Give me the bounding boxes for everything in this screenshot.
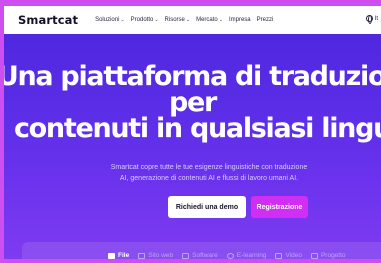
tab-video[interactable]: Video: [275, 252, 302, 259]
file-icon: [108, 252, 115, 259]
nav-item-label: Risorse: [164, 17, 185, 23]
main-nav: Soluzioni ⌄ Prodotto ⌄ Risorse ⌄ Mercato ⌄ I…: [95, 17, 279, 23]
nav-item-mercato[interactable]: Mercato ⌄: [196, 17, 223, 23]
nav-item-impresa[interactable]: Impresa: [229, 17, 251, 23]
nav-item-soluzioni[interactable]: Soluzioni ⌄: [95, 17, 125, 23]
top-navbar: Smartcat Soluzioni ⌄ Prodotto ⌄ Risorse ⌄ M…: [4, 6, 381, 34]
chevron-down-icon: ⌄: [185, 17, 191, 23]
hero-subtitle-line1: Smartcat copre tutte le tue esigenze lin…: [110, 164, 308, 171]
tab-label: Video: [285, 252, 302, 259]
code-icon: [182, 252, 190, 259]
browser-viewport: Smartcat Soluzioni ⌄ Prodotto ⌄ Risorse ⌄ M…: [4, 6, 381, 259]
nav-item-label: Prezzi: [256, 17, 274, 23]
tab-sito-web[interactable]: Sito web: [138, 252, 173, 259]
nav-item-label: Impresa: [228, 17, 251, 23]
hero-title-line3: contenuti in qualsiasi lingu: [13, 113, 381, 144]
graduation-cap-icon: [226, 252, 234, 259]
play-icon: [275, 252, 283, 259]
chevron-down-icon: ⌄: [120, 17, 125, 23]
tab-e-learning[interactable]: E-learning: [226, 252, 267, 259]
request-demo-button[interactable]: Richiedi una demo: [168, 196, 246, 218]
tab-progetto[interactable]: Progetto: [310, 252, 346, 259]
hero-subtitle-line2: AI, generazione di contenuti AI e flussi…: [119, 175, 299, 182]
nav-item-label: Soluzioni: [95, 17, 120, 23]
nav-item-risorse[interactable]: Risorse ⌄: [165, 17, 191, 23]
globe-icon: [365, 15, 373, 24]
hero-subtitle: Smartcat copre tutte le tue esigenze lin…: [84, 162, 334, 184]
hero-title: Una piattaforma di traduzion per contenu…: [4, 63, 381, 144]
tab-software[interactable]: Software: [182, 252, 218, 259]
tab-label: Software: [192, 252, 218, 259]
nav-item-prezzi[interactable]: Prezzi: [257, 17, 274, 23]
tab-file[interactable]: File: [108, 252, 129, 259]
document-icon: [310, 252, 318, 259]
language-label: It: [374, 15, 378, 22]
chevron-down-icon: ⌄: [218, 17, 223, 23]
nav-item-prodotto[interactable]: Prodotto ⌄: [131, 17, 159, 23]
language-selector[interactable]: It: [365, 15, 378, 24]
smartcat-logo[interactable]: Smartcat: [18, 13, 78, 27]
register-button[interactable]: Registrazione: [251, 196, 308, 218]
tab-label: Sito web: [148, 252, 174, 259]
tab-label: File: [118, 252, 130, 259]
web-icon: [138, 252, 146, 259]
product-tabs: File Sito web Software E-learning Video …: [108, 252, 355, 259]
nav-item-label: Prodotto: [130, 17, 154, 23]
chevron-down-icon: ⌄: [154, 17, 159, 23]
nav-item-label: Mercato: [196, 17, 218, 23]
tab-label: E-learning: [236, 252, 267, 259]
tab-label: Progetto: [320, 252, 346, 259]
